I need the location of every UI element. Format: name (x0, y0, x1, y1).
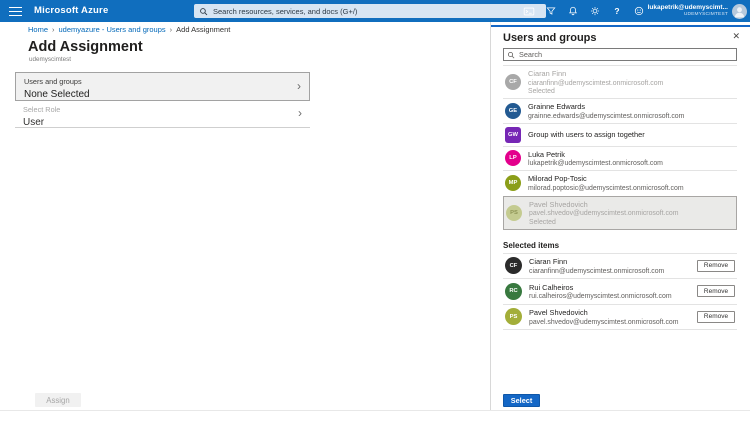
feedback-smiley-icon[interactable] (632, 4, 646, 18)
users-groups-value: None Selected (24, 89, 301, 100)
avatar: RC (505, 283, 522, 300)
user-name: Group with users to assign together (528, 130, 645, 139)
user-list-item[interactable]: LP Luka Petriklukapetrik@udemyscimtest.on… (503, 146, 737, 171)
user-list-item[interactable]: CF Ciaran Finn ciaranfinn@udemyscimtest.on… (503, 65, 737, 98)
user-email: milorad.poptosic@udemyscimtest.onmicroso… (528, 185, 684, 192)
user-text: Pavel Shvedovichpavel.shvedov@udemyscimt… (529, 200, 678, 226)
user-email: ciaranfinn@udemyscimtest.onmicrosoft.com (529, 268, 664, 275)
notifications-bell-icon[interactable] (566, 4, 580, 18)
account-menu[interactable]: lukapetrik@udemyscimt... UDEMYSCIMTEST (648, 0, 747, 22)
directory-filter-icon[interactable] (544, 4, 558, 18)
selected-item-row: CF Ciaran Finn ciaranfinn@udemyscimtest.on… (503, 254, 737, 280)
users-groups-panel: Users and groups ✕ CF Ciaran Finn ciaranfi… (491, 25, 750, 410)
breadcrumb-home[interactable]: Home (28, 25, 48, 34)
azure-portal-window: Microsoft Azure ? luka (0, 0, 750, 433)
user-text: Group with users to assign together (528, 130, 645, 139)
top-bar: Microsoft Azure ? luka (0, 0, 750, 22)
search-icon (199, 7, 208, 16)
user-name: Pavel Shvedovich (529, 308, 678, 317)
user-text: Milorad Pop-Tosic milorad.poptosic@udemys… (528, 174, 684, 192)
user-name: Rui Calheiros (529, 283, 672, 292)
avatar: GW (505, 127, 521, 143)
user-name: Ciaran Finn (529, 257, 664, 266)
selected-items-list: CF Ciaran Finn ciaranfinn@udemyscimtest.on… (503, 253, 737, 331)
avatar: CF (505, 257, 522, 274)
user-text: Rui Calheirosrui.calheiros@udemyscimtest… (529, 283, 672, 301)
assign-button[interactable]: Assign (35, 393, 81, 407)
avatar: PS (506, 205, 522, 221)
global-search[interactable] (194, 4, 546, 18)
remove-button[interactable]: Remove (697, 285, 735, 297)
user-email: lukapetrik@udemyscimtest.onmicrosoft.com (528, 160, 663, 167)
user-email: rui.calheiros@udemyscimtest.onmicrosoft.… (529, 293, 672, 300)
chevron-right-icon: › (297, 78, 301, 92)
panel-body: CF Ciaran Finn ciaranfinn@udemyscimtest.on… (503, 65, 737, 330)
account-email: lukapetrik@udemyscimt... (648, 4, 728, 12)
user-name: Pavel Shvedovich (529, 200, 678, 209)
users-groups-picker[interactable]: Users and groups None Selected › (15, 72, 310, 101)
user-status: Selected (529, 219, 678, 226)
chevron-right-icon: › (298, 106, 302, 120)
account-text: lukapetrik@udemyscimt... UDEMYSCIMTEST (648, 4, 728, 18)
selected-items-label: Selected items (503, 241, 737, 250)
user-list-item[interactable]: GE Grainne Edwards grainne.edwards@udemysc… (503, 98, 737, 123)
avatar (732, 4, 747, 19)
user-text: Pavel Shvedovich pavel.shvedov@udemyscimt… (529, 308, 678, 326)
panel-search-input[interactable] (517, 49, 736, 60)
brand-title: Microsoft Azure (34, 0, 108, 22)
select-button[interactable]: Select (503, 394, 540, 407)
help-icon[interactable]: ? (610, 4, 624, 18)
user-email: pavel.shvedov@udemyscimtest.onmicrosoft.… (529, 319, 678, 326)
page-subtitle: udemyscimtest (29, 56, 71, 63)
avatar: LP (505, 150, 521, 166)
selected-item-row: RC Rui Calheirosrui.calheiros@udemyscimte… (503, 279, 737, 305)
user-list: CF Ciaran Finn ciaranfinn@udemyscimtest.on… (503, 65, 737, 230)
user-name: Luka Petrik (528, 150, 663, 159)
breadcrumb-current: Add Assignment (176, 25, 230, 34)
avatar: MP (505, 175, 521, 191)
top-icon-row: ? (522, 0, 646, 22)
panel-title: Users and groups (503, 32, 597, 44)
user-text: Ciaran Finn ciaranfinn@udemyscimtest.onmi… (529, 257, 664, 275)
user-name: Ciaran Finn (528, 69, 663, 78)
search-icon (507, 51, 515, 59)
user-list-item[interactable]: GW Group with users to assign together (503, 123, 737, 146)
selected-item-row: PS Pavel Shvedovich pavel.shvedov@udemysci… (503, 305, 737, 331)
avatar: GE (505, 103, 521, 119)
panel-search[interactable] (503, 48, 737, 61)
breadcrumb-separator-icon: › (52, 25, 55, 34)
select-role-value: User (23, 117, 302, 128)
user-list-item[interactable]: PS Pavel Shvedovichpavel.shvedov@udemysci… (503, 196, 737, 230)
avatar: PS (505, 308, 522, 325)
page-title: Add Assignment (28, 39, 143, 55)
select-role-label: Select Role (23, 105, 302, 114)
breadcrumb-separator-icon: › (170, 25, 173, 34)
close-icon[interactable]: ✕ (732, 31, 740, 42)
users-groups-label: Users and groups (24, 77, 301, 86)
user-name: Milorad Pop-Tosic (528, 174, 684, 183)
user-status: Selected (528, 88, 663, 95)
hamburger-menu-icon[interactable] (9, 7, 22, 16)
user-email: grainne.edwards@udemyscimtest.onmicrosof… (528, 113, 684, 120)
user-name: Grainne Edwards (528, 102, 684, 111)
avatar: CF (505, 74, 521, 90)
remove-button[interactable]: Remove (697, 311, 735, 323)
user-text: Grainne Edwards grainne.edwards@udemyscim… (528, 102, 684, 120)
cloud-shell-icon[interactable] (522, 4, 536, 18)
select-role-picker[interactable]: Select Role User › (15, 101, 310, 128)
content-bottom-divider (0, 410, 750, 411)
user-list-item[interactable]: MP Milorad Pop-Tosic milorad.poptosic@udem… (503, 170, 737, 195)
remove-button[interactable]: Remove (697, 260, 735, 272)
global-search-input[interactable] (211, 6, 546, 17)
breadcrumb-users-groups[interactable]: udemyazure - Users and groups (59, 25, 166, 34)
user-text: Luka Petriklukapetrik@udemyscimtest.onmi… (528, 150, 663, 168)
breadcrumb: Home › udemyazure - Users and groups › A… (28, 25, 230, 34)
account-tenant: UDEMYSCIMTEST (684, 12, 728, 18)
user-text: Ciaran Finn ciaranfinn@udemyscimtest.onmi… (528, 69, 663, 95)
user-email: ciaranfinn@udemyscimtest.onmicrosoft.com (528, 80, 663, 87)
settings-gear-icon[interactable] (588, 4, 602, 18)
user-email: pavel.shvedov@udemyscimtest.onmicrosoft.… (529, 210, 678, 217)
